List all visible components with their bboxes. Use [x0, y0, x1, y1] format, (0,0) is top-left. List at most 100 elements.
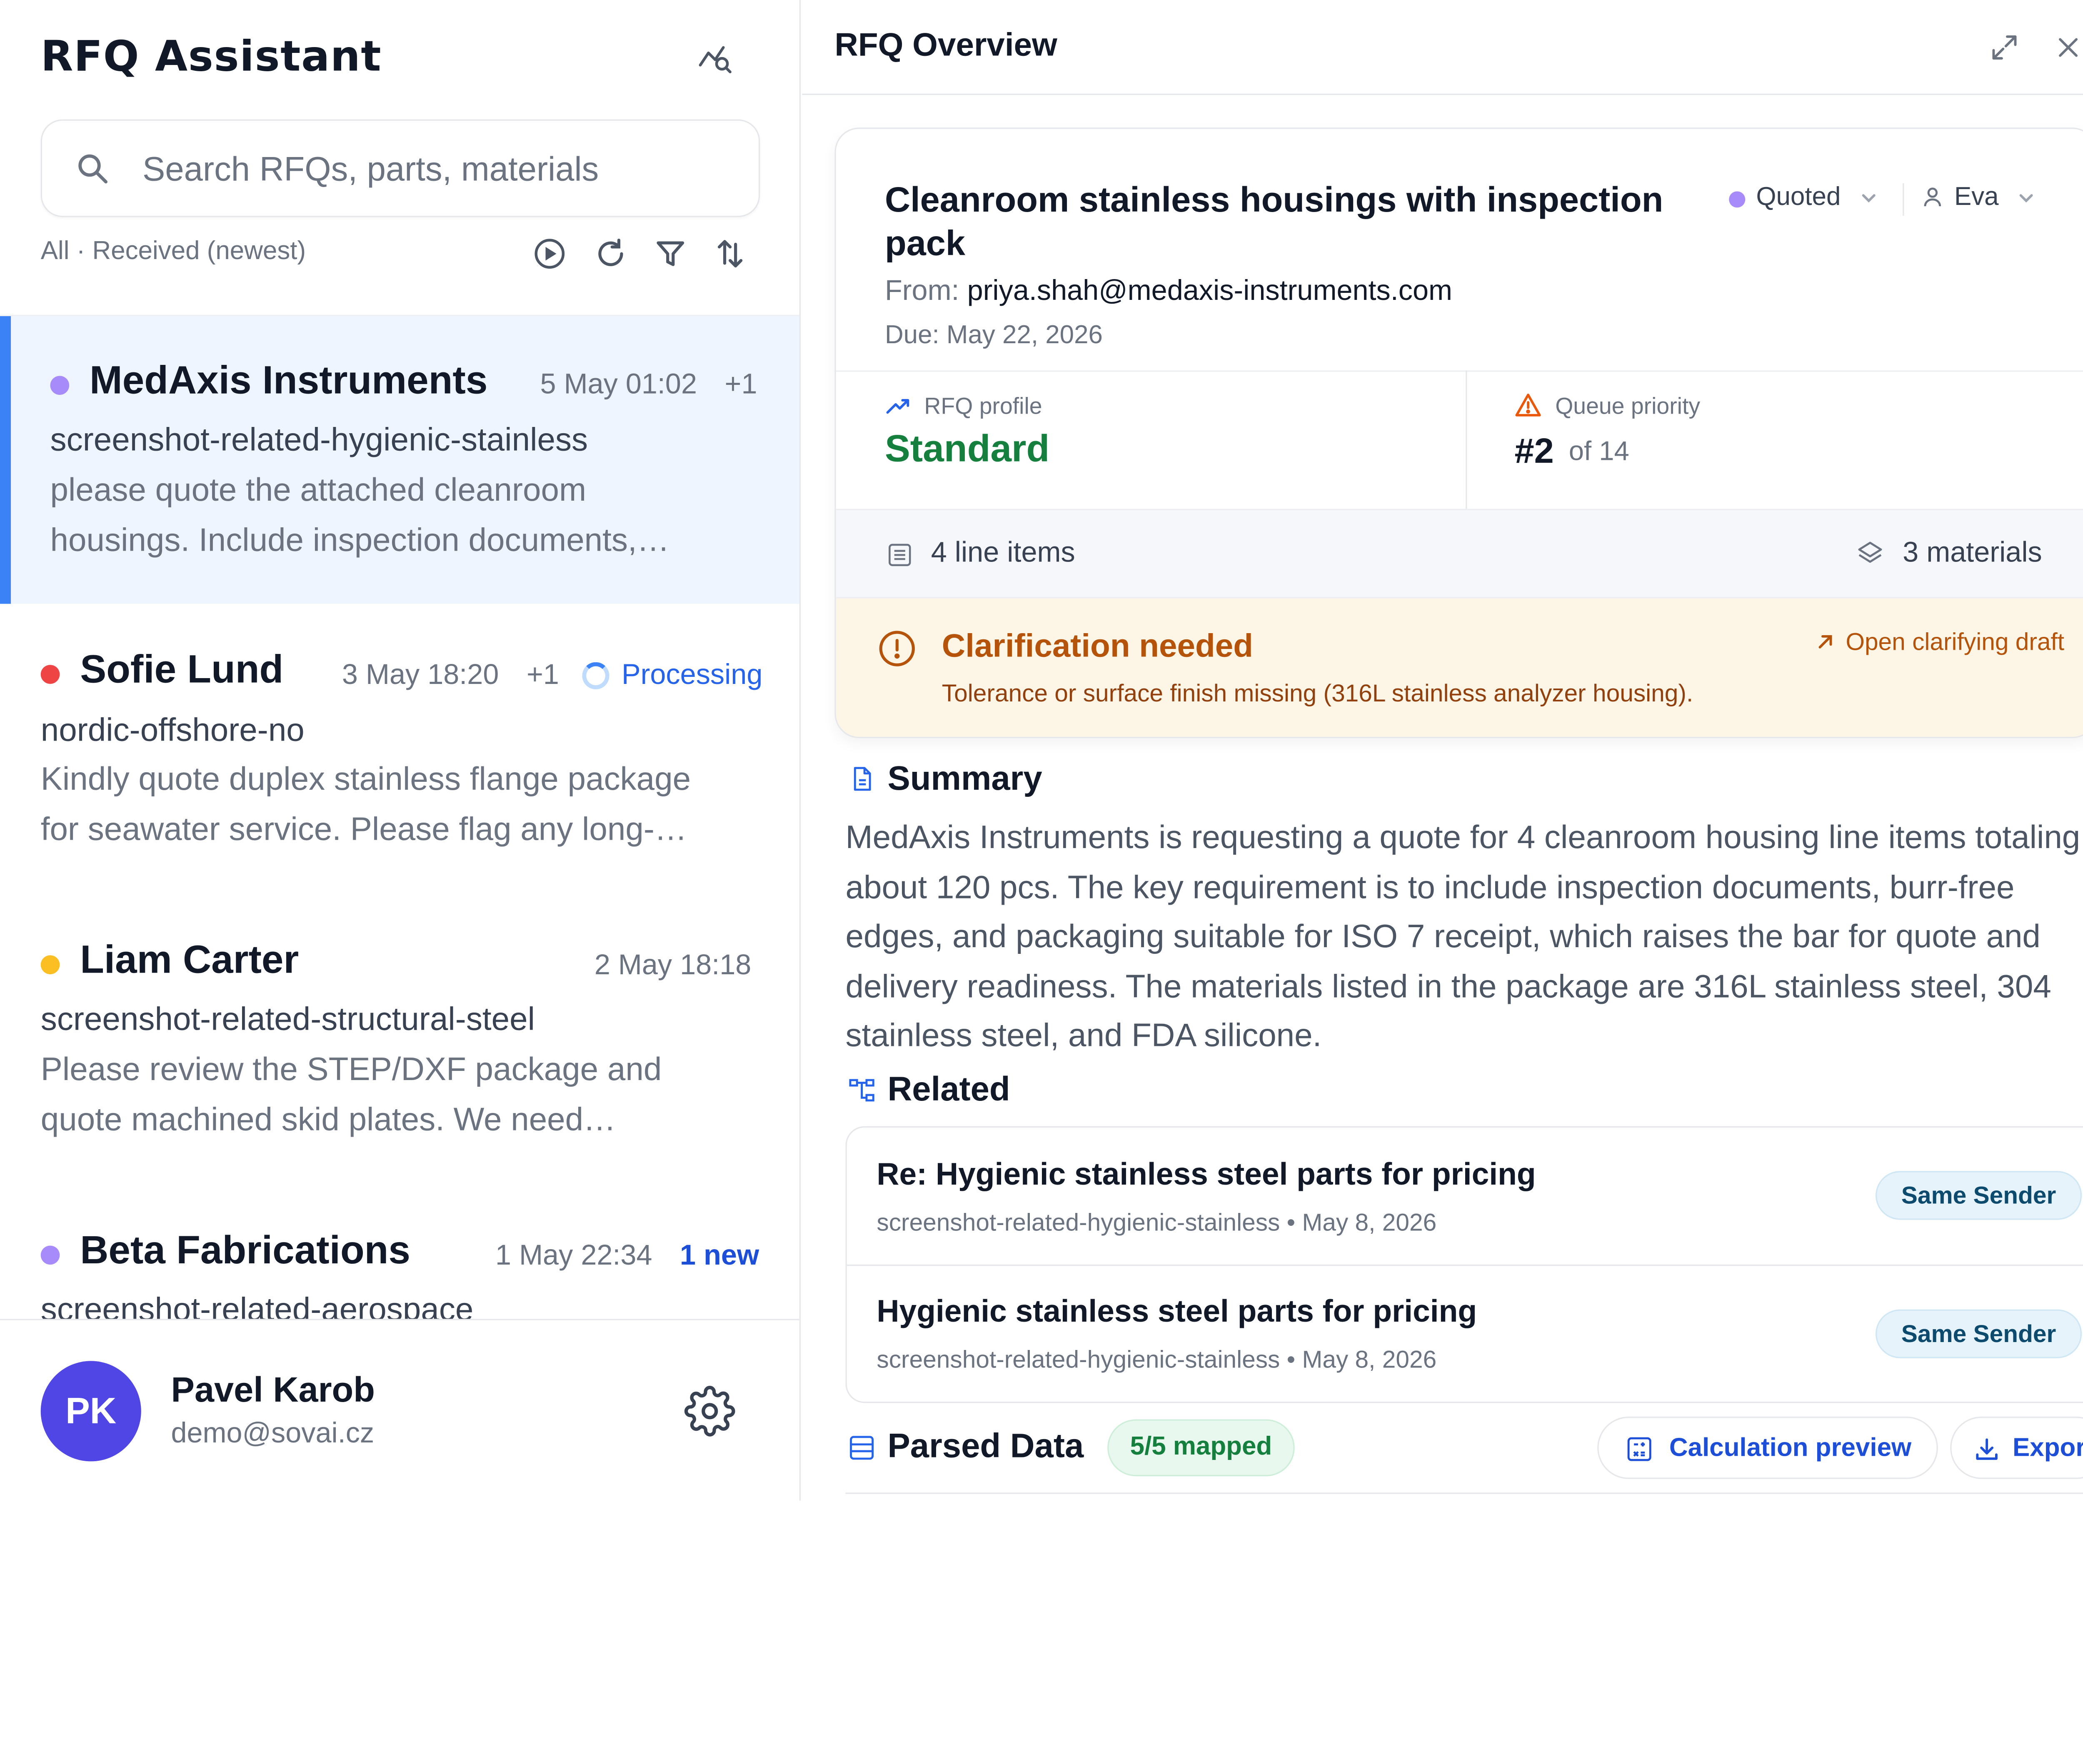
- clarification-description: Tolerance or surface finish missing (316…: [942, 680, 1693, 707]
- status-dot: [1729, 191, 1746, 208]
- processing-status: Processing: [621, 659, 763, 691]
- app-window: RFQ Assistant All · Received (newest): [0, 0, 2083, 1764]
- status-label: Quoted: [1756, 183, 1841, 212]
- company-slug: nordic-offshore-no: [40, 712, 305, 749]
- related-subtitle: screenshot-related-hygienic-stainless • …: [877, 1346, 1437, 1373]
- priority-rank: #2: [1514, 430, 1554, 471]
- from-email[interactable]: priya.shah@medaxis-instruments.com: [967, 275, 1452, 307]
- export-button[interactable]: Export: [1950, 1416, 2083, 1479]
- warning-icon: [1515, 394, 1541, 417]
- download-icon: [1976, 1438, 1998, 1460]
- table-icon: [850, 1436, 874, 1460]
- company-slug: screenshot-related-hygienic-stainless: [50, 422, 588, 459]
- close-icon[interactable]: [2053, 32, 2083, 62]
- related-item[interactable]: Re: Hygienic stainless steel parts for p…: [847, 1128, 2083, 1265]
- attachment-count: +1: [724, 369, 757, 400]
- preview-line: for seawater service. Please flag any lo…: [40, 811, 687, 848]
- status-dot: [40, 955, 60, 974]
- related-item[interactable]: Hygienic stainless steel parts for prici…: [847, 1266, 2083, 1403]
- received-date: 5 May 01:02: [540, 369, 697, 400]
- rfq-overview-panel: RFQ Overview Cleanroom stainless housing…: [802, 0, 2083, 1501]
- avatar[interactable]: PK: [40, 1361, 141, 1462]
- rfq-list-item[interactable]: Sofie Lund 3 May 18:20 +1 Processing nor…: [0, 605, 799, 896]
- preview-line: housings. Include inspection documents,…: [50, 522, 669, 559]
- chevron-down-icon: [2019, 194, 2033, 203]
- line-items-count[interactable]: 4 line items: [931, 537, 1075, 570]
- assignee-dropdown[interactable]: Eva: [1922, 183, 2036, 213]
- rfq-title: Cleanroom stainless housings with inspec…: [884, 179, 1663, 263]
- rfq-list-item[interactable]: MedAxis Instruments 5 May 01:02 +1 scree…: [0, 316, 799, 604]
- message-preview: please quote the attached cleanroom hous…: [50, 465, 756, 566]
- rfq-list-item[interactable]: Liam Carter 2 May 18:18 screenshot-relat…: [0, 896, 799, 1186]
- clarification-alert: Clarification needed Tolerance or surfac…: [836, 598, 2083, 737]
- processing-spinner-icon: [582, 662, 609, 689]
- gear-icon[interactable]: [684, 1385, 736, 1437]
- divider: [836, 370, 2083, 372]
- same-sender-badge: Same Sender: [1876, 1171, 2082, 1220]
- status-dot: [40, 1245, 60, 1265]
- company-slug: screenshot-related-aerospace: [40, 1292, 474, 1319]
- priority-label: Queue priority: [1555, 393, 1701, 419]
- counts-bar: 4 line items 3 materials: [836, 509, 2083, 599]
- clarifying-draft-label: Open clarifying draft: [1846, 628, 2065, 656]
- mapped-count-badge: 5/5 mapped: [1107, 1419, 1295, 1477]
- calculator-icon: [1627, 1437, 1651, 1461]
- received-date: 2 May 18:18: [594, 950, 752, 981]
- preview-line: Kindly quote duplex stainless flange pac…: [40, 761, 691, 798]
- materials-count[interactable]: 3 materials: [1903, 537, 2042, 570]
- calculation-preview-button[interactable]: Calculation preview: [1597, 1416, 1938, 1479]
- expand-icon[interactable]: [1990, 32, 2020, 62]
- search-box: [40, 119, 760, 217]
- chevron-down-icon: [1861, 194, 1875, 203]
- refresh-icon[interactable]: [593, 236, 629, 272]
- filter-icon[interactable]: [653, 236, 688, 272]
- attachment-count: +1: [526, 659, 559, 691]
- preview-line: please quote the attached cleanroom: [50, 472, 587, 509]
- analytics-search-icon[interactable]: [695, 38, 736, 79]
- layers-icon: [1858, 541, 1882, 563]
- due-date: Due: May 22, 2026: [884, 322, 1103, 350]
- open-clarifying-draft-link[interactable]: Open clarifying draft: [1816, 628, 2064, 656]
- search-input[interactable]: [142, 140, 740, 200]
- user-footer: PK Pavel Karob demo@sovai.cz: [0, 1319, 799, 1501]
- calculation-preview-label: Calculation preview: [1669, 1434, 1912, 1463]
- received-date: 1 May 22:34: [495, 1240, 652, 1272]
- user-icon: [1924, 187, 1941, 207]
- sort-icon[interactable]: [712, 236, 748, 272]
- hierarchy-icon: [849, 1079, 874, 1102]
- divider: [1466, 370, 1467, 509]
- play-icon[interactable]: [532, 236, 567, 272]
- divider: [1903, 183, 1904, 216]
- parsed-data-heading: Parsed Data: [887, 1427, 1084, 1466]
- divider: [845, 1492, 2083, 1494]
- related-list: Re: Hygienic stainless steel parts for p…: [845, 1126, 2083, 1403]
- app-title: RFQ Assistant: [40, 32, 382, 82]
- from-label: From:: [884, 275, 959, 307]
- user-name: Pavel Karob: [171, 1369, 375, 1410]
- assignee-label: Eva: [1954, 183, 1999, 212]
- new-count-badge: 1 new: [680, 1240, 759, 1272]
- preview-line: Please review the STEP/DXF package and: [40, 1051, 662, 1088]
- preview-line: quote machined skid plates. We need…: [40, 1102, 616, 1139]
- trending-up-icon: [886, 399, 909, 414]
- sender-name: Sofie Lund: [80, 649, 284, 692]
- status-dropdown[interactable]: Quoted: [1756, 183, 1878, 213]
- received-date: 3 May 18:20: [342, 659, 499, 691]
- rfq-list-item[interactable]: Beta Fabrications 1 May 22:34 1 new scre…: [0, 1186, 799, 1319]
- divider: [802, 93, 2083, 95]
- from-line: From: priya.shah@medaxis-instruments.com: [885, 275, 1452, 308]
- list-filter-label[interactable]: All · Received (newest): [41, 237, 306, 267]
- summary-text: MedAxis Instruments is requesting a quot…: [845, 819, 2081, 1055]
- sender-name: Liam Carter: [80, 939, 299, 983]
- status-dot: [40, 665, 60, 684]
- sender-name: MedAxis Instruments: [90, 359, 488, 403]
- rfq-list-panel: RFQ Assistant All · Received (newest): [0, 0, 801, 1501]
- arrow-up-right-icon: [1818, 635, 1832, 649]
- priority-total: of 14: [1568, 437, 1629, 467]
- search-icon: [78, 154, 108, 184]
- export-label: Export: [2013, 1434, 2083, 1463]
- profile-value: Standard: [884, 427, 1050, 470]
- panel-title: RFQ Overview: [834, 27, 1057, 64]
- document-icon: [854, 767, 871, 791]
- related-title: Re: Hygienic stainless steel parts for p…: [877, 1156, 1536, 1192]
